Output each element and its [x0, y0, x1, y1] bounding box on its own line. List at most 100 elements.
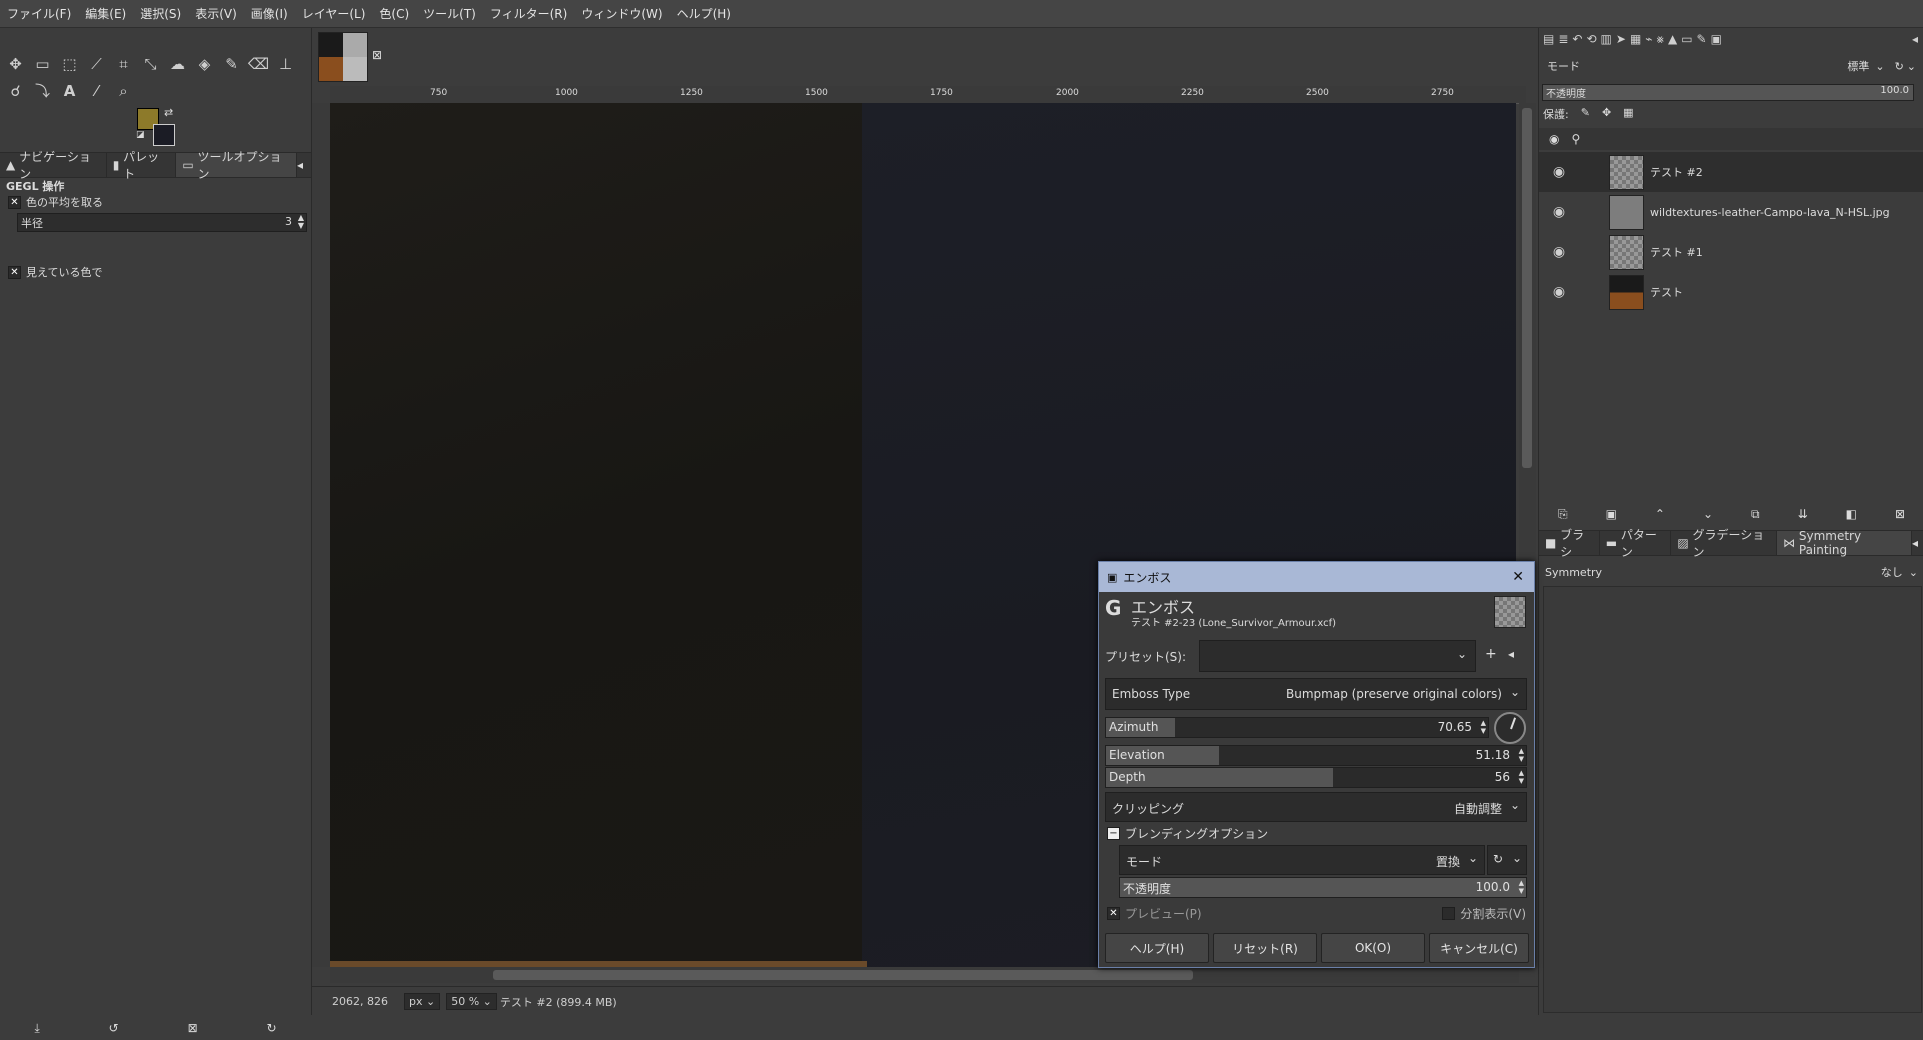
layer-row[interactable]: ◉ テスト #1: [1539, 232, 1923, 272]
new-layer-icon[interactable]: ⎘: [1558, 507, 1568, 522]
menu-layer[interactable]: レイヤー(L): [295, 5, 373, 22]
close-icon[interactable]: ✕: [1512, 569, 1524, 585]
raise-layer-icon[interactable]: ⌃: [1655, 507, 1665, 521]
fuzzy-select-icon[interactable]: ⟋: [83, 50, 110, 77]
collapse-icon[interactable]: −: [1107, 827, 1120, 840]
menu-help[interactable]: ヘルプ(H): [670, 5, 738, 22]
vertical-scroll-thumb[interactable]: [1522, 108, 1532, 468]
swap-colors-icon[interactable]: ⇄: [164, 106, 173, 119]
configure-dock-icon[interactable]: ◂: [1912, 32, 1918, 50]
warp-icon[interactable]: ☁: [164, 50, 191, 77]
eye-icon[interactable]: ◉: [1549, 164, 1569, 180]
tab-palette[interactable]: ▮ パレット: [107, 150, 177, 181]
layer-mode-row[interactable]: モード 標準 ⌄ ↻ ⌄: [1543, 56, 1916, 76]
average-checkbox[interactable]: ✕: [8, 195, 21, 209]
histogram-tab-icon[interactable]: ▥: [1601, 32, 1612, 50]
curve-tab-icon[interactable]: ⨳: [1657, 32, 1664, 50]
unit-select[interactable]: px ⌄: [403, 993, 441, 1010]
spin-arrows-icon[interactable]: ▲ ▼: [1519, 747, 1524, 763]
default-colors-icon[interactable]: ◪: [136, 130, 145, 140]
symmetry-value[interactable]: なし: [1881, 564, 1903, 580]
spin-arrows-icon[interactable]: ▲ ▼: [1519, 879, 1524, 895]
visible-option[interactable]: ✕ 見えている色で: [8, 264, 102, 280]
background-color-swatch[interactable]: [153, 124, 175, 146]
preview-option[interactable]: ✕ プレビュー(P): [1107, 905, 1202, 922]
azimuth-slider[interactable]: Azimuth 70.65 ▲ ▼: [1105, 717, 1489, 738]
menu-select[interactable]: 選択(S): [133, 5, 188, 22]
menu-file[interactable]: ファイル(F): [0, 5, 78, 22]
fonts-tab-icon[interactable]: ▭: [1681, 32, 1692, 50]
color-picker-icon[interactable]: ⁄: [83, 78, 110, 105]
rect-select-icon[interactable]: ▭: [29, 50, 56, 77]
layers-tab-icon[interactable]: ▤: [1543, 32, 1554, 50]
text-icon[interactable]: A: [56, 78, 83, 105]
tab-gradients[interactable]: ▨ グラデーション: [1671, 528, 1778, 559]
save-options-icon[interactable]: ⤓: [34, 1021, 39, 1036]
mode-reset-icon[interactable]: ↻: [1895, 60, 1904, 73]
add-preset-icon[interactable]: +: [1485, 646, 1497, 662]
channels-tab-icon[interactable]: ≣: [1558, 32, 1568, 50]
brush-tab-icon[interactable]: ✎: [1697, 32, 1707, 50]
clone-icon[interactable]: ⊥: [272, 50, 299, 77]
horizontal-scrollbar[interactable]: [330, 967, 1519, 983]
tab-symmetry[interactable]: ⋈ Symmetry Painting: [1777, 529, 1912, 557]
menu-windows[interactable]: ウィンドウ(W): [574, 5, 669, 22]
symmetry-row[interactable]: Symmetry なし ⌄: [1545, 562, 1918, 582]
lower-layer-icon[interactable]: ⌄: [1703, 507, 1713, 521]
pointer-tab-icon[interactable]: ➤: [1616, 32, 1626, 50]
emboss-type-combo[interactable]: Emboss Type Bumpmap (preserve original c…: [1105, 678, 1527, 710]
eraser-icon[interactable]: ⌫: [245, 50, 272, 77]
preset-menu-icon[interactable]: ◂: [1508, 647, 1514, 661]
layer-row[interactable]: ◉ テスト: [1539, 272, 1923, 312]
image-tab-thumbnail[interactable]: [318, 32, 368, 82]
menu-edit[interactable]: 編集(E): [78, 5, 133, 22]
free-select-icon[interactable]: ⬚: [56, 50, 83, 77]
ok-button[interactable]: OK(O): [1321, 933, 1425, 963]
split-view-option[interactable]: 分割表示(V): [1442, 905, 1526, 922]
blend-section-header[interactable]: − ブレンディングオプション: [1107, 825, 1268, 842]
blend-opacity-slider[interactable]: 不透明度 100.0 ▲ ▼: [1119, 877, 1527, 898]
eye-icon[interactable]: ◉: [1549, 284, 1569, 300]
visible-checkbox[interactable]: ✕: [8, 265, 21, 279]
eye-icon[interactable]: ◉: [1549, 204, 1569, 220]
horizontal-scroll-thumb[interactable]: [493, 970, 1193, 980]
zoom-select[interactable]: 50 % ⌄: [446, 993, 497, 1010]
eye-icon[interactable]: ◉: [1549, 244, 1569, 260]
zoom-icon[interactable]: ⌕: [110, 78, 137, 105]
lock-pixels-icon[interactable]: ✎: [1581, 106, 1590, 122]
delete-layer-icon[interactable]: ⊠: [1895, 507, 1905, 521]
menu-tools[interactable]: ツール(T): [416, 5, 483, 22]
smudge-icon[interactable]: ☌: [2, 78, 29, 105]
depth-slider[interactable]: Depth 56 ▲ ▼: [1105, 767, 1527, 788]
new-group-icon[interactable]: ▣: [1606, 507, 1617, 521]
tab-brushes[interactable]: ■ ブラシ: [1539, 528, 1600, 559]
close-image-icon[interactable]: ⊠: [372, 48, 382, 62]
lock-alpha-icon[interactable]: ▦: [1623, 106, 1633, 122]
configure-tab-icon[interactable]: ◂: [297, 158, 303, 172]
average-option[interactable]: ✕ 色の平均を取る: [8, 194, 103, 210]
colors-tab-icon[interactable]: ▦: [1630, 32, 1641, 50]
configure-tab-icon[interactable]: ◂: [1912, 536, 1918, 550]
bucket-icon[interactable]: ◈: [191, 50, 218, 77]
elevation-slider[interactable]: Elevation 51.18 ▲ ▼: [1105, 745, 1527, 766]
tab-patterns[interactable]: ▬ パターン: [1600, 528, 1672, 559]
sample-points-icon[interactable]: ⌁: [1645, 32, 1652, 50]
spin-arrows-icon[interactable]: ▲ ▼: [298, 214, 304, 230]
layer-row[interactable]: ◉ wildtextures-leather-Campo-lava_N-HSL.…: [1539, 192, 1923, 232]
path-icon[interactable]: ⤵: [29, 77, 56, 104]
layer-row[interactable]: ◉ テスト #2: [1539, 152, 1923, 192]
restore-options-icon[interactable]: ↺: [109, 1021, 119, 1035]
clipping-combo[interactable]: クリッピング 自動調整 ⌄: [1105, 792, 1527, 822]
preset-combo[interactable]: ⌄: [1199, 640, 1476, 672]
spin-arrows-icon[interactable]: ▲ ▼: [1481, 719, 1486, 735]
layer-opacity-slider[interactable]: 不透明度 100.0: [1542, 84, 1914, 101]
layer-mode-value[interactable]: 標準: [1847, 58, 1869, 74]
menu-view[interactable]: 表示(V): [188, 5, 244, 22]
tab-navigation[interactable]: ▲ ナビゲーション: [0, 150, 107, 181]
paintbrush-icon[interactable]: ✎: [218, 50, 245, 77]
menu-image[interactable]: 画像(I): [244, 5, 295, 22]
duplicate-layer-icon[interactable]: ⧉: [1751, 507, 1760, 522]
blend-mode-combo[interactable]: モード 置換 ⌄: [1119, 845, 1485, 875]
paths-tab-icon[interactable]: ↶: [1572, 32, 1582, 50]
levels-tab-icon[interactable]: ▲: [1668, 32, 1677, 50]
